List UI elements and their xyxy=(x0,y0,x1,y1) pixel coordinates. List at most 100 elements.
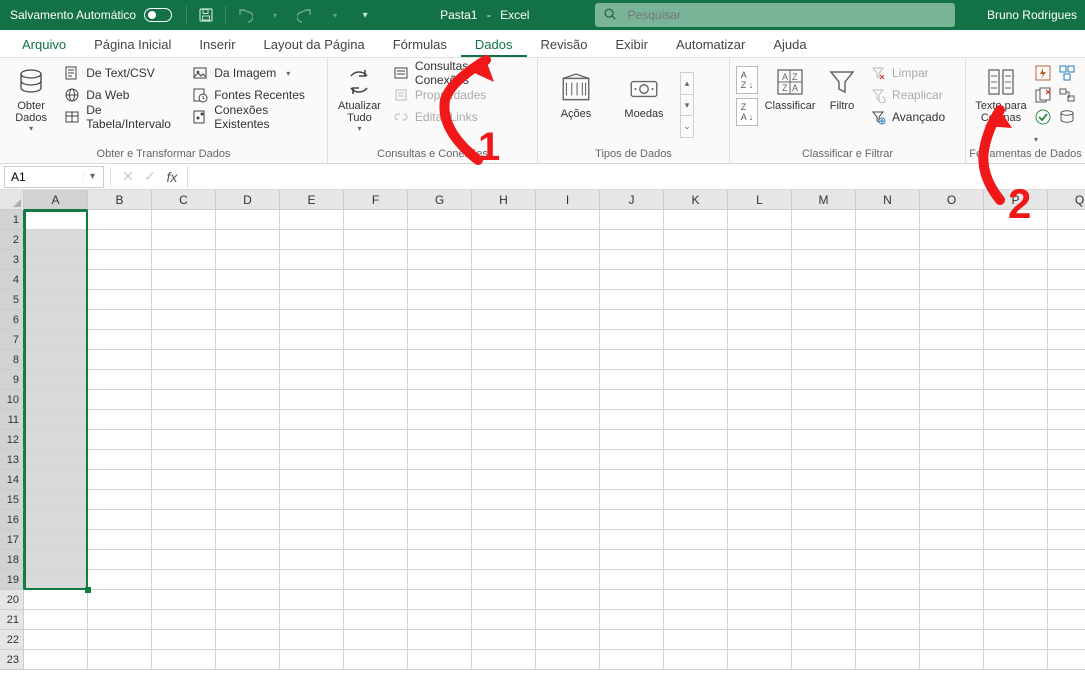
cell[interactable] xyxy=(24,230,88,250)
cell[interactable] xyxy=(600,230,664,250)
cell[interactable] xyxy=(280,390,344,410)
cell[interactable] xyxy=(152,510,216,530)
cell[interactable] xyxy=(472,450,536,470)
cell[interactable] xyxy=(920,270,984,290)
cell[interactable] xyxy=(920,530,984,550)
cell[interactable] xyxy=(408,490,472,510)
cell[interactable] xyxy=(792,270,856,290)
tab-inserir[interactable]: Inserir xyxy=(185,31,249,57)
cell[interactable] xyxy=(1048,210,1085,230)
cell[interactable] xyxy=(984,250,1048,270)
cell[interactable] xyxy=(24,530,88,550)
cell[interactable] xyxy=(88,430,152,450)
cell[interactable] xyxy=(728,370,792,390)
row-header[interactable]: 11 xyxy=(0,410,24,430)
cell[interactable] xyxy=(280,470,344,490)
cell[interactable] xyxy=(88,310,152,330)
cell[interactable] xyxy=(344,550,408,570)
cell[interactable] xyxy=(280,290,344,310)
consolidate-button[interactable] xyxy=(1058,64,1078,84)
cell[interactable] xyxy=(664,430,728,450)
cell[interactable] xyxy=(856,230,920,250)
cell[interactable] xyxy=(856,350,920,370)
cell[interactable] xyxy=(664,230,728,250)
cell[interactable] xyxy=(984,610,1048,630)
cell[interactable] xyxy=(856,550,920,570)
cell[interactable] xyxy=(88,230,152,250)
cell[interactable] xyxy=(280,430,344,450)
cell[interactable] xyxy=(408,210,472,230)
cell[interactable] xyxy=(216,250,280,270)
cell[interactable] xyxy=(792,330,856,350)
cell[interactable] xyxy=(408,530,472,550)
cell[interactable] xyxy=(1048,230,1085,250)
cell[interactable] xyxy=(792,290,856,310)
filtro-button[interactable]: Filtro xyxy=(822,62,862,136)
cell[interactable] xyxy=(280,530,344,550)
cell[interactable] xyxy=(88,250,152,270)
cell[interactable] xyxy=(920,470,984,490)
cell[interactable] xyxy=(1048,410,1085,430)
cell[interactable] xyxy=(1048,350,1085,370)
cell[interactable] xyxy=(408,330,472,350)
column-header[interactable]: B xyxy=(88,190,152,210)
cell[interactable] xyxy=(600,510,664,530)
cell[interactable] xyxy=(408,630,472,650)
tab-automatizar[interactable]: Automatizar xyxy=(662,31,759,57)
cell[interactable] xyxy=(856,450,920,470)
sort-asc-button[interactable]: AZ ↓ xyxy=(736,66,758,94)
relationships-button[interactable] xyxy=(1058,86,1078,106)
select-all-corner[interactable] xyxy=(0,190,24,210)
insert-function-icon[interactable]: fx xyxy=(161,169,183,185)
cell[interactable] xyxy=(152,650,216,670)
cell[interactable] xyxy=(280,510,344,530)
cell[interactable] xyxy=(600,270,664,290)
cell[interactable] xyxy=(728,310,792,330)
cell[interactable] xyxy=(792,650,856,670)
cell[interactable] xyxy=(856,570,920,590)
spreadsheet-grid[interactable]: ABCDEFGHIJKLMNOPQ 1234567891011121314151… xyxy=(0,190,1085,677)
row-header[interactable]: 14 xyxy=(0,470,24,490)
cell[interactable] xyxy=(792,250,856,270)
search-box[interactable] xyxy=(595,3,955,27)
row-header[interactable]: 7 xyxy=(0,330,24,350)
cell[interactable] xyxy=(344,490,408,510)
cell[interactable] xyxy=(216,570,280,590)
cell[interactable] xyxy=(1048,530,1085,550)
cell[interactable] xyxy=(536,450,600,470)
cell[interactable] xyxy=(280,210,344,230)
cell[interactable] xyxy=(216,350,280,370)
cell[interactable] xyxy=(1048,470,1085,490)
cell[interactable] xyxy=(600,330,664,350)
cell[interactable] xyxy=(344,250,408,270)
cell[interactable] xyxy=(536,370,600,390)
cell[interactable] xyxy=(664,390,728,410)
cell[interactable] xyxy=(216,610,280,630)
cell[interactable] xyxy=(728,490,792,510)
cell[interactable] xyxy=(280,350,344,370)
cell[interactable] xyxy=(792,350,856,370)
cell[interactable] xyxy=(344,450,408,470)
cell[interactable] xyxy=(920,290,984,310)
cell[interactable] xyxy=(536,510,600,530)
da-imagem-button[interactable]: Da Imagem▾ xyxy=(188,62,321,84)
cell[interactable] xyxy=(24,390,88,410)
cell[interactable] xyxy=(216,270,280,290)
cell[interactable] xyxy=(1048,490,1085,510)
column-header[interactable]: I xyxy=(536,190,600,210)
cell[interactable] xyxy=(472,250,536,270)
cell[interactable] xyxy=(280,330,344,350)
cell[interactable] xyxy=(664,370,728,390)
tab-f-rmulas[interactable]: Fórmulas xyxy=(379,31,461,57)
undo-dropdown-icon[interactable]: ▾ xyxy=(264,4,286,26)
cell[interactable] xyxy=(408,430,472,450)
cell[interactable] xyxy=(920,390,984,410)
column-header[interactable]: L xyxy=(728,190,792,210)
cell[interactable] xyxy=(88,330,152,350)
cell[interactable] xyxy=(856,430,920,450)
cell[interactable] xyxy=(1048,450,1085,470)
cell[interactable] xyxy=(792,510,856,530)
avancado-button[interactable]: Avançado xyxy=(866,106,949,128)
cell[interactable] xyxy=(792,490,856,510)
cell[interactable] xyxy=(408,290,472,310)
